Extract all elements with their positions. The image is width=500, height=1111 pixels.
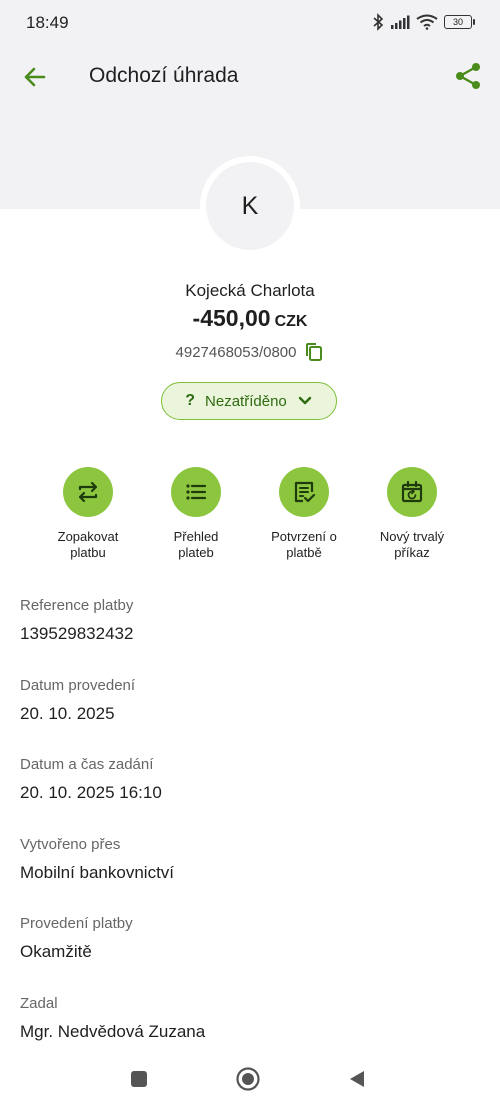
account-row: 4927468053/0800: [0, 342, 500, 362]
battery-level: 30: [452, 17, 463, 27]
action-label: Přehled plateb: [173, 529, 219, 560]
detail-value: 139529832432: [20, 624, 134, 643]
detail-reference: Reference platby 139529832432: [20, 596, 480, 676]
action-icon-circle: [387, 467, 437, 517]
payment-overview-button[interactable]: Přehled plateb: [142, 467, 250, 561]
quick-actions: Zopakovat platbu Přehled plateb Potvrzen…: [34, 467, 466, 561]
status-time: 18:49: [26, 13, 69, 32]
repeat-icon: [78, 481, 98, 503]
detail-execution-date: Datum provedení 20. 10. 2025: [20, 676, 480, 756]
status-icons: 30: [372, 11, 475, 33]
detail-label: Datum provedení: [20, 676, 136, 694]
detail-value: Okamžitě: [20, 942, 92, 961]
repeat-payment-button[interactable]: Zopakovat platbu: [34, 467, 142, 561]
detail-label: Datum a čas zadání: [20, 756, 154, 773]
detail-created-via: Vytvořeno přes Mobilní bankovnictví: [20, 835, 480, 915]
avatar: K: [206, 162, 294, 250]
calendar-repeat-icon: [401, 480, 423, 503]
avatar-initial: K: [241, 191, 259, 220]
action-label: Zopakovat platbu: [57, 529, 119, 560]
share-icon[interactable]: [452, 60, 484, 92]
category-label: Nezatříděno: [205, 392, 287, 410]
detail-label: Vytvořeno přes: [20, 835, 121, 853]
amount: -450,00 CZK: [0, 305, 500, 332]
detail-value: 20. 10. 2025 16:10: [20, 783, 162, 802]
detail-value: Mgr. Nedvědová Zuzana: [20, 1021, 206, 1041]
detail-label: Provedení platby: [20, 915, 133, 932]
system-nav-bar: [0, 1056, 500, 1111]
page-title: Odchozí úhrada: [89, 64, 239, 87]
action-icon-circle: [171, 467, 221, 517]
list-icon: [186, 484, 207, 500]
action-label: Potvrzení o platbě: [271, 529, 337, 560]
detail-value: Mobilní bankovnictví: [20, 862, 175, 882]
recent-apps-icon[interactable]: [131, 1071, 147, 1087]
detail-entry-datetime: Datum a čas zadání 20. 10. 2025 16:10: [20, 755, 480, 835]
action-label: Nový trvalý příkaz: [379, 529, 445, 560]
category-dropdown[interactable]: ? Nezatříděno: [161, 382, 337, 420]
payment-details: Reference platby 139529832432 Datum prov…: [20, 596, 480, 1073]
receipt-check-icon: [294, 481, 316, 503]
amount-value: -450,00: [192, 305, 271, 331]
back-arrow-icon[interactable]: [20, 62, 50, 92]
signal-icon: [391, 15, 410, 29]
detail-label: Zadal: [20, 994, 58, 1012]
battery-icon: 30: [444, 15, 475, 29]
payment-confirmation-button[interactable]: Potvrzení o platbě: [250, 467, 358, 561]
nav-back-icon[interactable]: [347, 1069, 367, 1089]
copy-icon[interactable]: [304, 342, 324, 362]
detail-value: 20. 10. 2025: [20, 703, 115, 723]
status-bar: 18:49 30: [0, 0, 500, 46]
chevron-down-icon: [298, 396, 311, 405]
detail-payment-execution: Provedení platby Okamžitě: [20, 914, 480, 994]
new-standing-order-button[interactable]: Nový trvalý příkaz: [358, 467, 466, 561]
action-icon-circle: [63, 467, 113, 517]
question-mark-icon: ?: [185, 392, 196, 409]
home-icon[interactable]: [236, 1067, 260, 1091]
amount-currency: CZK: [274, 313, 308, 330]
wifi-icon: [416, 14, 438, 30]
bluetooth-icon: [373, 13, 384, 31]
action-icon-circle: [279, 467, 329, 517]
payee-name: Kojecká Charlota: [185, 281, 315, 300]
detail-label: Reference platby: [20, 597, 134, 614]
account-number: 4927468053/0800: [175, 343, 297, 361]
app-bar: Odchozí úhrada: [0, 46, 500, 106]
